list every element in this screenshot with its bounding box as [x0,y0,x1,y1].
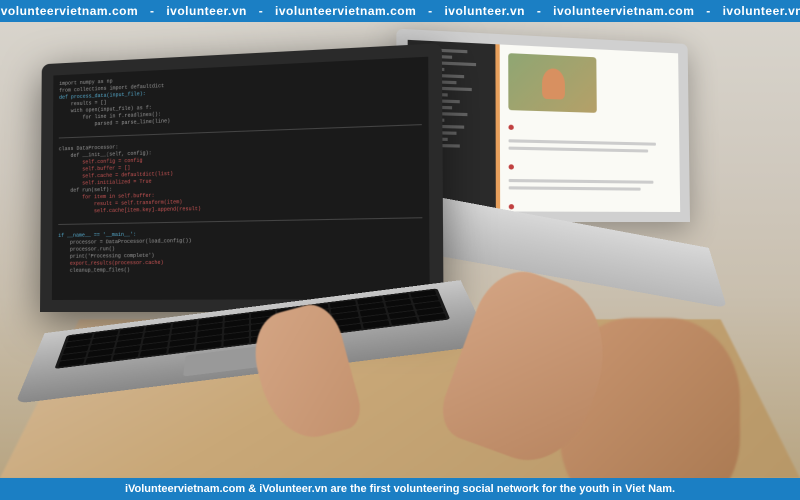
primary-laptop: import numpy as np from collections impo… [40,62,460,462]
hero-photo: import numpy as np from collections impo… [0,22,800,478]
separator: - [150,4,155,18]
domain-link-1: ivolunteervietnam.com [553,4,694,18]
secondary-laptop [410,42,750,322]
tagline-text: iVolunteervietnam.com & iVolunteer.vn ar… [125,483,675,495]
separator: - [259,4,264,18]
separator: - [428,4,433,18]
domain-link-2: ivolunteer.vn [166,4,247,18]
webpage-preview [495,44,680,212]
domain-link-1: ivolunteervietnam.com [275,4,416,18]
webpage-hero-image [508,53,597,113]
separator: - [537,4,542,18]
separator: - [706,4,711,18]
domain-link-2: ivolunteer.vn [723,4,800,18]
domain-link-2: ivolunteer.vn [444,4,525,18]
domain-link-1: ivolunteervietnam.com [0,4,138,18]
top-banner: ivolunteervietnam.com - ivolunteer.vn - … [0,0,800,22]
bottom-banner: iVolunteervietnam.com & iVolunteer.vn ar… [0,478,800,500]
terminal-code: import numpy as np from collections impo… [52,57,430,281]
primary-laptop-screen: import numpy as np from collections impo… [40,43,444,312]
